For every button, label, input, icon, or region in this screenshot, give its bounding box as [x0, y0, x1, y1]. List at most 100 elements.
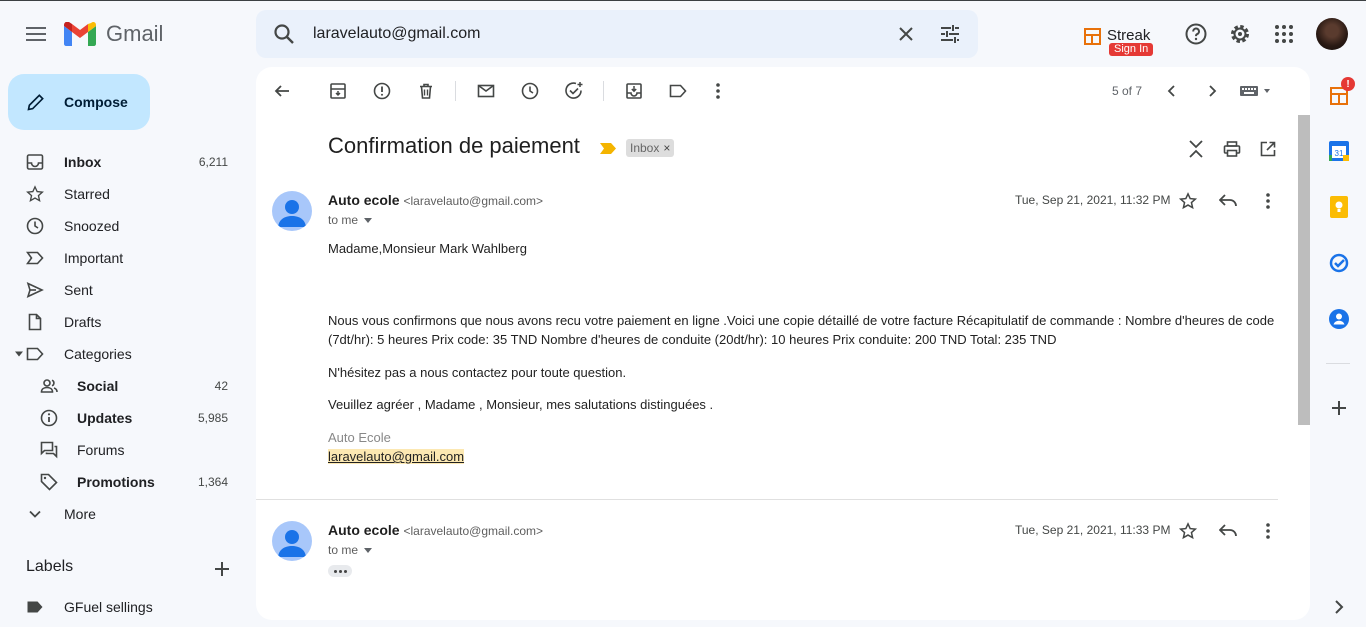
tasks-addon-button[interactable] — [1326, 250, 1352, 276]
support-button[interactable] — [1176, 14, 1216, 54]
star-icon — [26, 185, 44, 203]
sender-line: Auto ecole <laravelauto@gmail.com> — [328, 522, 543, 538]
sidebar-item-label: Drafts — [64, 314, 102, 330]
sidebar-item-snoozed[interactable]: Snoozed — [0, 210, 256, 242]
streak-signin[interactable]: Sign In — [1109, 43, 1154, 56]
sidebar-item-label: Social — [77, 378, 119, 394]
signature-email-link[interactable]: laravelauto@gmail.com — [328, 449, 465, 464]
vertical-scrollbar[interactable] — [1298, 115, 1310, 425]
clear-search-icon[interactable] — [894, 22, 918, 46]
label-icon — [669, 84, 687, 98]
sidebar-item-more[interactable]: More — [0, 498, 256, 530]
back-button[interactable] — [270, 79, 294, 103]
main-menu-button[interactable] — [16, 14, 56, 54]
label-item-gfuel[interactable]: GFuel sellings — [0, 591, 256, 623]
delete-button[interactable] — [414, 79, 438, 103]
caret-down-icon[interactable] — [14, 349, 24, 359]
message-date: Tue, Sep 21, 2021, 11:33 PM — [1015, 523, 1171, 537]
more-actions-button[interactable] — [706, 79, 730, 103]
message-more-button[interactable] — [1256, 519, 1280, 543]
sidebar-item-label: Starred — [64, 186, 110, 202]
reply-button[interactable] — [1216, 519, 1240, 543]
search-input[interactable] — [313, 22, 873, 46]
contacts-addon-button[interactable] — [1326, 306, 1352, 332]
sidebar-item-categories[interactable]: Categories — [0, 338, 256, 370]
message-more-button[interactable] — [1256, 189, 1280, 213]
inbox-icon — [26, 154, 44, 170]
star-button[interactable] — [1176, 519, 1200, 543]
sidebar-item-updates[interactable]: Updates 5,985 — [0, 402, 256, 434]
remove-label-icon[interactable]: × — [663, 141, 670, 155]
sidebar-item-forums[interactable]: Forums — [0, 434, 256, 466]
sender-avatar — [272, 191, 312, 231]
calendar-addon-button[interactable]: 31 — [1326, 138, 1352, 164]
recipients-label: to me — [328, 213, 359, 227]
keep-addon-button[interactable] — [1326, 194, 1352, 220]
sidebar-item-label: Updates — [77, 410, 133, 426]
sidebar-item-drafts[interactable]: Drafts — [0, 306, 256, 338]
sidebar-item-count: 5,985 — [197, 411, 228, 425]
sidebar-item-important[interactable]: Important — [0, 242, 256, 274]
notification-badge: ! — [1341, 77, 1355, 91]
help-icon — [1185, 23, 1207, 45]
gmail-logo[interactable]: Gmail — [64, 21, 163, 47]
message-view: 5 of 7 Confirmation de paiement Inbox × … — [256, 67, 1310, 620]
sidebar-item-label: Categories — [64, 346, 132, 362]
message-date: Tue, Sep 21, 2021, 11:32 PM — [1015, 193, 1171, 207]
sender-avatar — [272, 521, 312, 561]
report-spam-button[interactable] — [370, 79, 394, 103]
sidebar-item-promotions[interactable]: Promotions 1,364 — [0, 466, 256, 498]
mark-unread-button[interactable] — [474, 79, 498, 103]
search-bar[interactable] — [256, 10, 978, 58]
sidebar-item-sent[interactable]: Sent — [0, 274, 256, 306]
open-new-window-button[interactable] — [1256, 137, 1280, 161]
get-addons-button[interactable] — [1326, 395, 1352, 421]
person-icon — [278, 530, 306, 557]
streak-button[interactable]: Streak Sign In — [1084, 25, 1154, 59]
search-icon[interactable] — [272, 22, 296, 46]
sidebar-nav: Inbox 6,211 Starred Snoozed Important Se… — [0, 146, 256, 530]
send-icon — [26, 282, 44, 298]
input-tools-button[interactable] — [1236, 79, 1276, 103]
recipients-toggle[interactable]: to me — [328, 213, 373, 227]
keyboard-icon — [1240, 86, 1270, 96]
sender-name[interactable]: Auto ecole — [328, 192, 400, 208]
settings-button[interactable] — [1220, 14, 1260, 54]
sidebar-item-social[interactable]: Social 42 — [0, 370, 256, 402]
collapse-all-button[interactable] — [1184, 137, 1208, 161]
message-greeting: Madame,Monsieur Mark Wahlberg — [328, 241, 527, 256]
compose-label: Compose — [64, 94, 128, 110]
message-paragraph: N'hésitez pas a nous contactez pour tout… — [328, 365, 627, 380]
chevron-right-icon — [1209, 85, 1217, 97]
pencil-icon — [27, 94, 44, 111]
apps-grid-icon — [1275, 25, 1293, 43]
dot-icon — [338, 569, 342, 573]
archive-button[interactable] — [326, 79, 350, 103]
move-to-button[interactable] — [622, 79, 646, 103]
add-to-tasks-button[interactable] — [562, 79, 586, 103]
older-button[interactable] — [1200, 79, 1224, 103]
message-divider — [256, 499, 1278, 500]
recipients-toggle[interactable]: to me — [328, 543, 373, 557]
show-side-panel-button[interactable] — [1326, 594, 1352, 620]
account-avatar[interactable] — [1316, 18, 1348, 50]
message-paragraph: Veuillez agréer , Madame , Monsieur, mes… — [328, 397, 714, 412]
label-icon — [26, 347, 44, 361]
show-trimmed-content-button[interactable] — [328, 565, 352, 577]
important-marker-icon[interactable] — [600, 143, 616, 154]
reply-button[interactable] — [1216, 189, 1240, 213]
snooze-button[interactable] — [518, 79, 542, 103]
compose-button[interactable]: Compose — [8, 74, 150, 130]
create-label-button[interactable] — [210, 557, 234, 581]
plus-icon — [215, 562, 229, 576]
apps-button[interactable] — [1264, 14, 1304, 54]
newer-button[interactable] — [1160, 79, 1184, 103]
print-all-button[interactable] — [1220, 137, 1244, 161]
search-options-icon[interactable] — [938, 22, 962, 46]
sender-name[interactable]: Auto ecole — [328, 522, 400, 538]
sidebar-item-starred[interactable]: Starred — [0, 178, 256, 210]
sidebar-item-inbox[interactable]: Inbox 6,211 — [0, 146, 256, 178]
star-icon — [1179, 522, 1197, 540]
labels-button[interactable] — [666, 79, 690, 103]
star-button[interactable] — [1176, 189, 1200, 213]
